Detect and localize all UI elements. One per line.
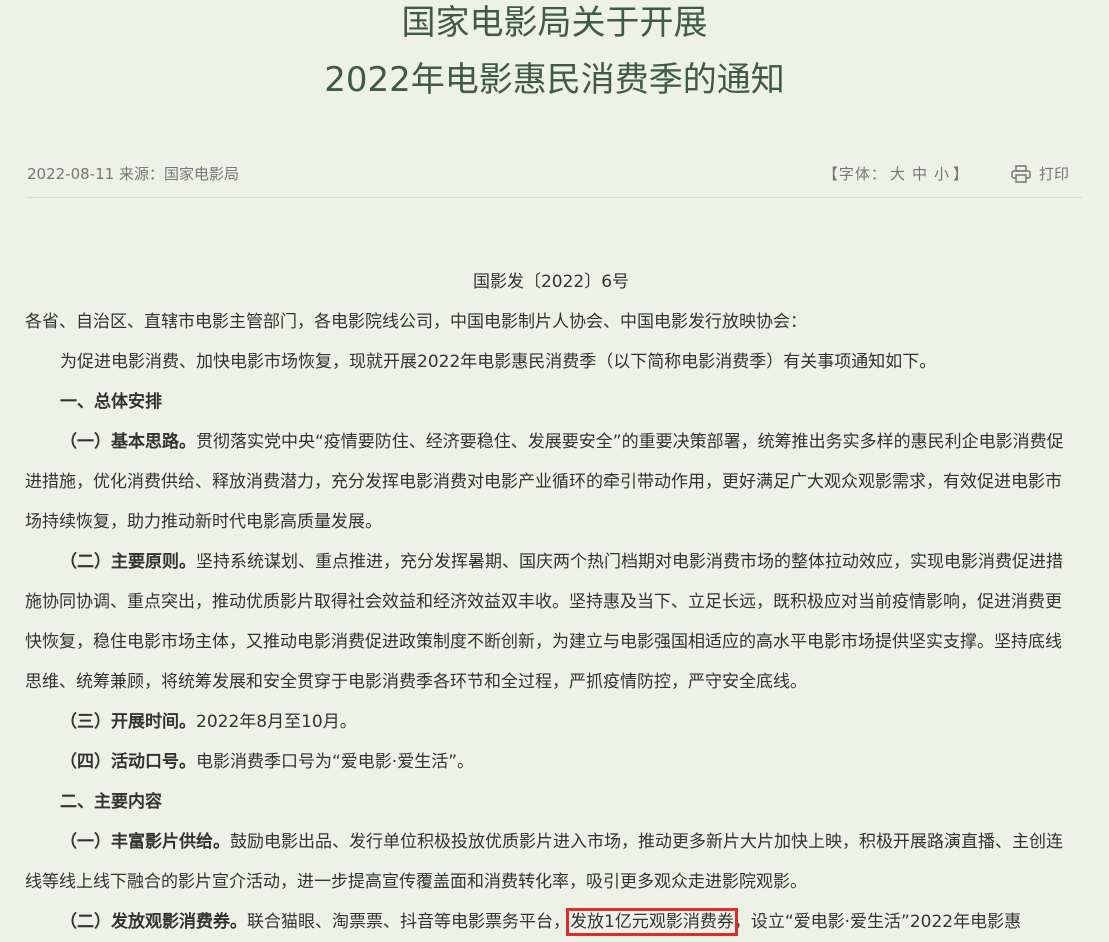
page-title-line2: 2022年电影惠民消费季的通知 [324,60,785,100]
paragraph-film-supply: （一）丰富影片供给。鼓励电影出品、发行单位积极投放优质影片进入市场，推动更多新片… [25,822,1077,902]
paragraph-basic-idea: （一）基本思路。贯彻落实党中央“疫情要防住、经济要稳住、发展要安全”的重要决策部… [25,422,1077,542]
paragraph-text: ，设立“爱电影·爱生活”2022年电影惠 [733,912,1022,932]
paragraph-keyword: （二）发放观影消费券。 [60,912,247,932]
paragraph-keyword: （一）丰富影片供给。 [60,832,230,852]
paragraph-keyword: （二）主要原则。 [60,552,196,572]
printer-icon [1011,164,1031,183]
paragraph-text: 坚持系统谋划、重点推进，充分发挥暑期、国庆两个热门档期对电影消费市场的整体拉动效… [25,552,1063,692]
intro-paragraph: 为促进电影消费、加快电影市场恢复，现就开展2022年电影惠民消费季（以下简称电影… [60,352,937,372]
paragraph-time: （三）开展时间。2022年8月至10月。 [25,702,1077,742]
print-button[interactable]: 打印 [1011,163,1069,184]
article-meta: 2022-08-11 来源：国家电影局 【字体：大中小】 打印 [27,163,1069,183]
paragraph-vouchers: （二）发放观影消费券。联合猫眼、淘票票、抖音等电影票务平台，发放1亿元观影消费券… [25,902,1077,942]
paragraph-slogan: （四）活动口号。电影消费季口号为“爱电影·爱生活”。 [25,742,1077,782]
font-size-large-link[interactable]: 大 [890,165,906,183]
paragraph-principles: （二）主要原则。坚持系统谋划、重点推进，充分发挥暑期、国庆两个热门档期对电影消费… [25,542,1077,702]
font-size-medium-link[interactable]: 中 [912,165,928,183]
font-size-switcher: 【字体：大中小】 [823,163,969,184]
paragraph-keyword: （三）开展时间。 [60,712,196,732]
font-size-small-link[interactable]: 小 [934,165,950,183]
paragraph-keyword: （一）基本思路。 [60,432,196,452]
page-title-line1: 国家电影局关于开展 [401,3,708,43]
paragraph-text: 联合猫眼、淘票票、抖音等电影票务平台， [247,912,570,932]
paragraph-keyword: （四）活动口号。 [60,752,196,772]
divider [27,197,1082,198]
font-size-open: 【字体： [822,165,887,183]
paragraph-text: 2022年8月至10月。 [196,712,357,732]
doc-number: 国影发〔2022〕6号 [472,272,630,292]
section-heading-1: 一、总体安排 [60,392,162,412]
article-body: 国影发〔2022〕6号 各省、自治区、直辖市电影主管部门，各电影院线公司，中国电… [25,262,1077,942]
paragraph-text: 电影消费季口号为“爱电影·爱生活”。 [196,752,475,772]
addressee: 各省、自治区、直辖市电影主管部门，各电影院线公司，中国电影制片人协会、中国电影发… [25,312,807,332]
highlighted-phrase: 发放1亿元观影消费券 [566,908,738,936]
print-label: 打印 [1038,165,1069,183]
date-source: 2022-08-11 来源：国家电影局 [27,165,239,183]
section-heading-2: 二、主要内容 [60,792,162,812]
font-size-close: 】 [952,165,969,183]
